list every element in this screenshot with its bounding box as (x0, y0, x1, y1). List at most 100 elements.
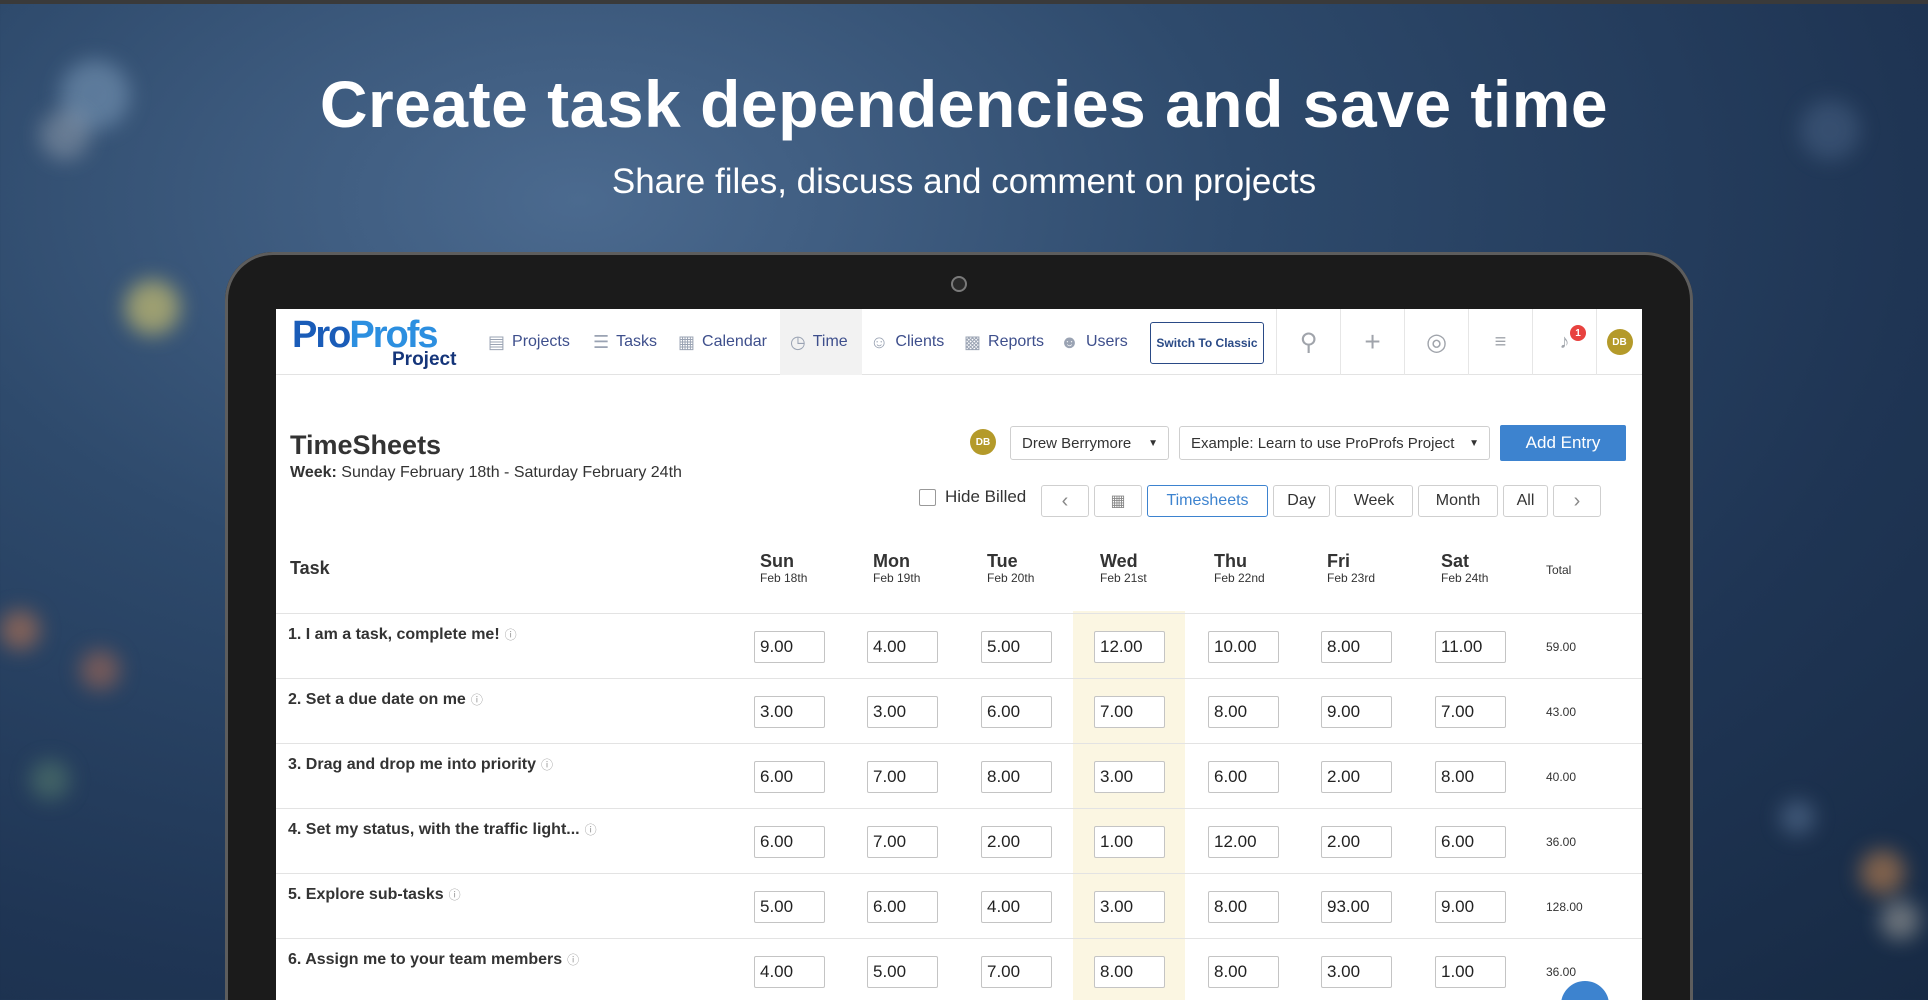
next-week-button[interactable]: › (1553, 485, 1601, 517)
hide-billed-checkbox[interactable] (919, 488, 936, 506)
task-name[interactable]: 5. Explore sub-tasks ⓘ (288, 886, 461, 904)
add-entry-button[interactable]: Add Entry (1500, 425, 1626, 461)
hours-input-sun[interactable]: 4.00 (754, 956, 825, 988)
hours-input-thu[interactable]: 8.00 (1208, 891, 1279, 923)
hours-input-sun[interactable]: 6.00 (754, 826, 825, 858)
total-column-header: Total (1546, 563, 1572, 577)
nav-clients[interactable]: ☺ Clients (870, 309, 944, 375)
task-name[interactable]: 3. Drag and drop me into priority ⓘ (288, 756, 553, 774)
hours-input-tue[interactable]: 4.00 (981, 891, 1052, 923)
nav-time[interactable]: ◷ Time (780, 309, 862, 375)
task-name[interactable]: 4. Set my status, with the traffic light… (288, 821, 597, 839)
date-picker-button[interactable]: ▦ (1094, 485, 1142, 517)
view-day[interactable]: Day (1273, 485, 1330, 517)
caret-down-icon: ▼ (1148, 438, 1158, 449)
hours-input-thu[interactable]: 10.00 (1208, 631, 1279, 663)
info-icon[interactable]: ⓘ (567, 953, 579, 967)
hours-input-fri[interactable]: 3.00 (1321, 956, 1392, 988)
hours-input-wed[interactable]: 12.00 (1094, 631, 1165, 663)
info-icon[interactable]: ⓘ (585, 823, 597, 837)
task-name[interactable]: 2. Set a due date on me ⓘ (288, 691, 483, 709)
hours-input-mon[interactable]: 4.00 (867, 631, 938, 663)
info-icon[interactable]: ⓘ (541, 758, 553, 772)
hours-input-sun[interactable]: 9.00 (754, 631, 825, 663)
task-name[interactable]: 6. Assign me to your team members ⓘ (288, 951, 579, 969)
hours-input-sun[interactable]: 3.00 (754, 696, 825, 728)
task-name[interactable]: 1. I am a task, complete me! ⓘ (288, 626, 517, 644)
activity-button[interactable]: ≡ (1468, 309, 1532, 375)
hours-input-mon[interactable]: 7.00 (867, 826, 938, 858)
view-timesheets[interactable]: Timesheets (1147, 485, 1268, 517)
user-avatar: DB (970, 429, 996, 455)
hours-input-wed[interactable]: 8.00 (1094, 956, 1165, 988)
search-button[interactable]: ⚲ (1276, 309, 1340, 375)
hours-input-mon[interactable]: 6.00 (867, 891, 938, 923)
hours-input-thu[interactable]: 12.00 (1208, 826, 1279, 858)
project-select[interactable]: Example: Learn to use ProProfs Project ▼ (1179, 426, 1490, 460)
task-column-header: Task (290, 558, 330, 578)
user-select[interactable]: Drew Berrymore ▼ (1010, 426, 1169, 460)
hours-input-fri[interactable]: 8.00 (1321, 631, 1392, 663)
hours-input-wed[interactable]: 3.00 (1094, 761, 1165, 793)
hours-input-sat[interactable]: 1.00 (1435, 956, 1506, 988)
hours-input-fri[interactable]: 2.00 (1321, 826, 1392, 858)
notifications-button[interactable]: ♪ 1 (1532, 309, 1596, 375)
hours-input-fri[interactable]: 9.00 (1321, 696, 1392, 728)
bokeh-light (1880, 900, 1920, 940)
app-screen: ProProfs Project ▤ Projects ☰ Tasks ▦ Ca… (276, 309, 1642, 1000)
hours-input-sat[interactable]: 9.00 (1435, 891, 1506, 923)
nav-tasks[interactable]: ☰ Tasks (593, 309, 657, 375)
hours-input-thu[interactable]: 6.00 (1208, 761, 1279, 793)
help-button[interactable]: ◎ (1404, 309, 1468, 375)
hours-input-sat[interactable]: 6.00 (1435, 826, 1506, 858)
chevron-left-icon: ‹ (1061, 489, 1069, 512)
prev-week-button[interactable]: ‹ (1041, 485, 1089, 517)
hours-input-tue[interactable]: 6.00 (981, 696, 1052, 728)
hours-input-thu[interactable]: 8.00 (1208, 956, 1279, 988)
hours-input-tue[interactable]: 8.00 (981, 761, 1052, 793)
switch-to-classic-button[interactable]: Switch To Classic (1150, 322, 1264, 364)
view-week[interactable]: Week (1335, 485, 1413, 517)
view-month[interactable]: Month (1418, 485, 1498, 517)
week-range: Week: Sunday February 18th - Saturday Fe… (290, 464, 682, 481)
row-total: 128.00 (1546, 900, 1583, 914)
hours-input-mon[interactable]: 7.00 (867, 761, 938, 793)
hours-input-wed[interactable]: 1.00 (1094, 826, 1165, 858)
hours-input-thu[interactable]: 8.00 (1208, 696, 1279, 728)
nav-projects[interactable]: ▤ Projects (488, 309, 570, 375)
hours-input-sat[interactable]: 8.00 (1435, 761, 1506, 793)
hours-input-tue[interactable]: 7.00 (981, 956, 1052, 988)
bokeh-light (30, 760, 70, 800)
info-icon[interactable]: ⓘ (449, 888, 461, 902)
hours-input-tue[interactable]: 2.00 (981, 826, 1052, 858)
camera-icon (951, 276, 967, 292)
hours-input-fri[interactable]: 2.00 (1321, 761, 1392, 793)
hours-input-tue[interactable]: 5.00 (981, 631, 1052, 663)
hide-billed-toggle[interactable]: Hide Billed (919, 487, 1026, 507)
info-icon[interactable]: ⓘ (471, 693, 483, 707)
hours-input-sat[interactable]: 7.00 (1435, 696, 1506, 728)
hours-input-sun[interactable]: 5.00 (754, 891, 825, 923)
proprofs-logo[interactable]: ProProfs Project (292, 313, 456, 370)
hours-input-sun[interactable]: 6.00 (754, 761, 825, 793)
hours-input-wed[interactable]: 7.00 (1094, 696, 1165, 728)
row-total: 59.00 (1546, 640, 1577, 654)
day-header-sat: Sat Feb 24th (1441, 551, 1489, 586)
info-icon[interactable]: ⓘ (505, 628, 517, 642)
nav-reports[interactable]: ▩ Reports (964, 309, 1044, 375)
hours-input-mon[interactable]: 3.00 (867, 696, 938, 728)
hours-input-mon[interactable]: 5.00 (867, 956, 938, 988)
view-all[interactable]: All (1503, 485, 1548, 517)
plus-icon: + (1364, 326, 1381, 357)
nav-users[interactable]: ☻ Users (1060, 309, 1128, 375)
hours-input-wed[interactable]: 3.00 (1094, 891, 1165, 923)
nav-calendar[interactable]: ▦ Calendar (678, 309, 767, 375)
profile-button[interactable]: DB (1596, 309, 1642, 375)
add-button[interactable]: + (1340, 309, 1404, 375)
calendar-icon: ▦ (678, 331, 696, 352)
avatar: DB (1606, 329, 1633, 355)
lifebuoy-icon: ◎ (1426, 328, 1447, 356)
hours-input-fri[interactable]: 93.00 (1321, 891, 1392, 923)
hours-input-sat[interactable]: 11.00 (1435, 631, 1506, 663)
table-row: 4. Set my status, with the traffic light… (276, 808, 1642, 873)
